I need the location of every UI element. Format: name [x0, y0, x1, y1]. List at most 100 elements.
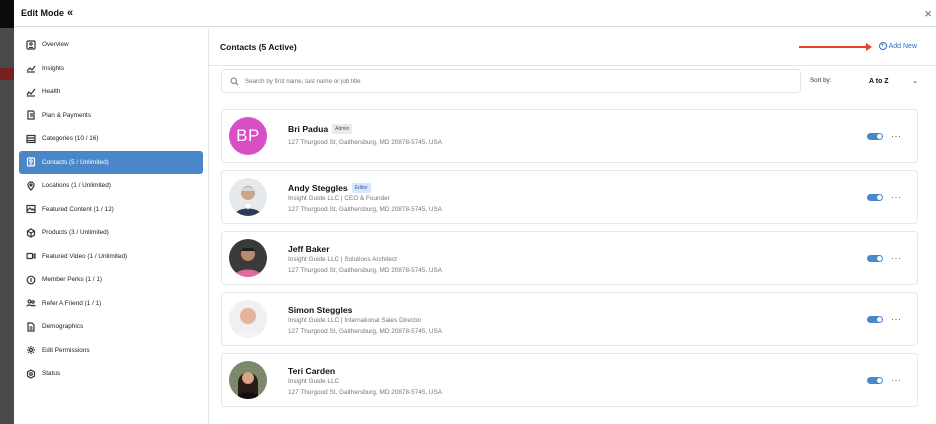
image-icon: [26, 204, 36, 214]
sort-select[interactable]: A to Z ⌄: [857, 74, 918, 88]
contact-card: BP Bri Padua Admin 127 Thurgood St, Gait…: [221, 109, 918, 163]
sidebar-nav: Overview Insights Health Plan & Payments…: [19, 33, 203, 386]
contacts-header: Contacts (5 Active) + Add New: [209, 28, 936, 66]
video-icon: [26, 251, 36, 261]
background-page-strip: [0, 0, 14, 424]
sidebar-item-member-perks[interactable]: Member Perks (1 / 1): [19, 268, 203, 292]
contact-address: 127 Thurgood St, Gaithersburg, MD 20878-…: [288, 267, 443, 274]
contact-card: Teri Carden Insight Guide LLC 127 Thurgo…: [221, 353, 918, 407]
sidebar-item-demographics[interactable]: Demographics: [19, 315, 203, 339]
contact-enabled-toggle[interactable]: [867, 194, 883, 201]
sidebar-item-overview[interactable]: Overview: [19, 33, 203, 57]
search-icon: [230, 76, 239, 86]
sidebar-item-label: Featured Video (1 / Unlimited): [42, 252, 128, 260]
contact-enabled-toggle[interactable]: [867, 133, 883, 140]
location-pin-icon: [26, 181, 36, 191]
contact-name-row: Andy Steggles Editor: [288, 183, 371, 193]
arrow-annotation-icon: [799, 43, 872, 51]
plus-circle-icon: +: [878, 42, 887, 50]
contact-address: 127 Thurgood St, Gaithersburg, MD 20878-…: [288, 206, 443, 213]
more-options-icon[interactable]: ···: [891, 193, 902, 202]
role-badge: Admin: [332, 124, 353, 134]
contact-title: Insight Guide LLC: [288, 378, 340, 385]
contact-enabled-toggle[interactable]: [867, 377, 883, 384]
contact-name: Bri Padua: [288, 124, 329, 134]
add-new-label: Add New: [888, 42, 917, 50]
avatar: BP: [229, 117, 267, 155]
sidebar-item-label: Insights: [42, 64, 65, 72]
sidebar-item-label: Featured Content (1 / 12): [42, 205, 114, 213]
contact-name: Teri Carden: [288, 366, 336, 376]
search-input[interactable]: [245, 77, 765, 85]
sidebar-item-contacts[interactable]: Contacts (5 / Unlimited): [19, 150, 203, 174]
avatar: [229, 361, 267, 399]
collapse-panel-icon[interactable]: «: [67, 7, 73, 19]
sidebar-item-label: Status: [42, 370, 61, 378]
avatar: [229, 178, 267, 216]
contact-enabled-toggle[interactable]: [867, 255, 883, 262]
sidebar-item-label: Categories (10 / 16): [42, 135, 99, 143]
background-page-accent: [0, 68, 14, 80]
contact-address: 127 Thurgood St, Gaithersburg, MD 20878-…: [288, 328, 443, 335]
settings-badge-icon: [26, 369, 36, 379]
sidebar-item-refer-a-friend[interactable]: Refer A Friend (1 / 1): [19, 292, 203, 316]
avatar: [229, 300, 267, 338]
contacts-main: Contacts (5 Active) + Add New Sort by: A…: [208, 28, 936, 424]
sidebar-item-label: Member Perks (1 / 1): [42, 276, 103, 284]
id-card-icon: [26, 40, 36, 50]
sidebar-item-products[interactable]: Products (3 / Unlimited): [19, 221, 203, 245]
sidebar-item-featured-content[interactable]: Featured Content (1 / 12): [19, 198, 203, 222]
background-page-header: [0, 0, 14, 28]
contact-name-row: Simon Steggles: [288, 305, 352, 315]
add-new-button[interactable]: + Add New: [878, 42, 917, 50]
chevron-down-icon: ⌄: [912, 78, 918, 85]
page-title: Edit Mode: [21, 8, 64, 18]
sidebar-item-plan-payments[interactable]: Plan & Payments: [19, 104, 203, 128]
sidebar-item-label: Plan & Payments: [42, 111, 92, 119]
sidebar-item-featured-video[interactable]: Featured Video (1 / Unlimited): [19, 245, 203, 269]
contact-name-row: Teri Carden: [288, 366, 335, 376]
more-options-icon[interactable]: ···: [891, 132, 902, 141]
contact-name-row: Jeff Baker: [288, 244, 330, 254]
more-options-icon[interactable]: ···: [891, 315, 902, 324]
contact-card: Simon Steggles Insight Guide LLC | Inter…: [221, 292, 918, 346]
contacts-heading: Contacts (5 Active): [220, 41, 297, 52]
contact-name: Andy Steggles: [288, 183, 348, 193]
sidebar-item-label: Products (3 / Unlimited): [42, 229, 109, 237]
pulse-chart-icon: [26, 87, 36, 97]
sort-value: A to Z: [869, 77, 889, 85]
sidebar-item-label: Health: [42, 88, 61, 96]
contact-enabled-toggle[interactable]: [867, 316, 883, 323]
sidebar-item-insights[interactable]: Insights: [19, 57, 203, 81]
users-icon: [26, 298, 36, 308]
edit-mode-panel: Edit Mode « × Overview Insights Health P…: [14, 0, 936, 424]
sort-label: Sort by:: [810, 77, 832, 84]
sidebar-item-label: Refer A Friend (1 / 1): [42, 299, 102, 307]
contact-name: Jeff Baker: [288, 244, 330, 254]
sidebar-item-edit-permissions[interactable]: Edit Permissions: [19, 339, 203, 363]
contact-card: Jeff Baker Insight Guide LLC | Solutions…: [221, 231, 918, 285]
document-icon: [26, 322, 36, 332]
contact-card-icon: [26, 157, 36, 167]
avatar: [229, 239, 267, 277]
contact-name: Simon Steggles: [288, 305, 353, 315]
edit-mode-topbar: Edit Mode « ×: [14, 0, 936, 27]
sidebar-item-status[interactable]: Status: [19, 362, 203, 386]
close-icon[interactable]: ×: [924, 6, 932, 21]
search-box: [221, 69, 801, 93]
sidebar-item-label: Locations (1 / Unlimited): [42, 182, 111, 190]
contact-title: Insight Guide LLC | Solutions Architect: [288, 256, 397, 263]
sidebar-item-categories[interactable]: Categories (10 / 16): [19, 127, 203, 151]
box-icon: [26, 228, 36, 238]
list-icon: [26, 134, 36, 144]
sidebar-item-health[interactable]: Health: [19, 80, 203, 104]
contact-address: 127 Thurgood St, Gaithersburg, MD 20878-…: [288, 389, 443, 396]
more-options-icon[interactable]: ···: [891, 254, 902, 263]
contact-name-row: Bri Padua Admin: [288, 124, 353, 134]
contact-address: 127 Thurgood St, Gaithersburg, MD 20878-…: [288, 139, 443, 146]
role-badge: Editor: [351, 183, 371, 193]
more-options-icon[interactable]: ···: [891, 376, 902, 385]
sidebar-item-locations[interactable]: Locations (1 / Unlimited): [19, 174, 203, 198]
sidebar-item-label: Edit Permissions: [42, 346, 90, 354]
sidebar-item-label: Demographics: [42, 323, 84, 331]
